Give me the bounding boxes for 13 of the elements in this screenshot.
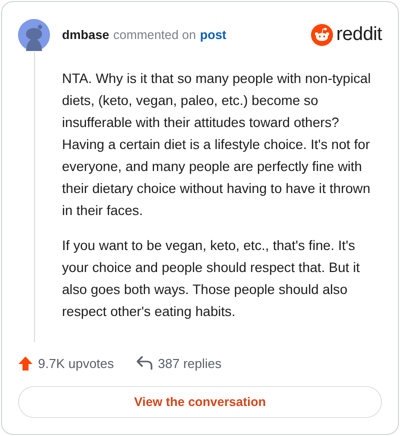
reply-icon[interactable] (136, 356, 153, 370)
upvote-count: 9.7K upvotes (38, 356, 114, 370)
avatar-icon (18, 19, 50, 51)
view-conversation-button[interactable]: View the conversation (18, 386, 382, 418)
logo-icon (311, 24, 334, 46)
comment-paragraph: If you want to be vegan, keto, etc., that's fine. It's your choice and people should respect that. But it also goes both ways. Those people should also respect other's eating habits. (62, 237, 361, 321)
username[interactable]: dmbase (62, 28, 110, 42)
upvote-icon[interactable] (18, 356, 33, 370)
comment-paragraph: NTA. Why is it that so many people with non-typical diets, (keto, vegan, paleo, etc.) become so insufferable with their attitudes toward others? Having a certain diet is a lifestyle choice. It's not for everyone, and many people are perfectly fine with their dietary choice without having to have it thrown in their faces. (62, 70, 372, 220)
brand-name: reddit (336, 24, 382, 46)
post-link[interactable]: post (200, 28, 226, 42)
reply-count: 387 replies (158, 356, 222, 370)
action-text: commented on (113, 28, 196, 42)
